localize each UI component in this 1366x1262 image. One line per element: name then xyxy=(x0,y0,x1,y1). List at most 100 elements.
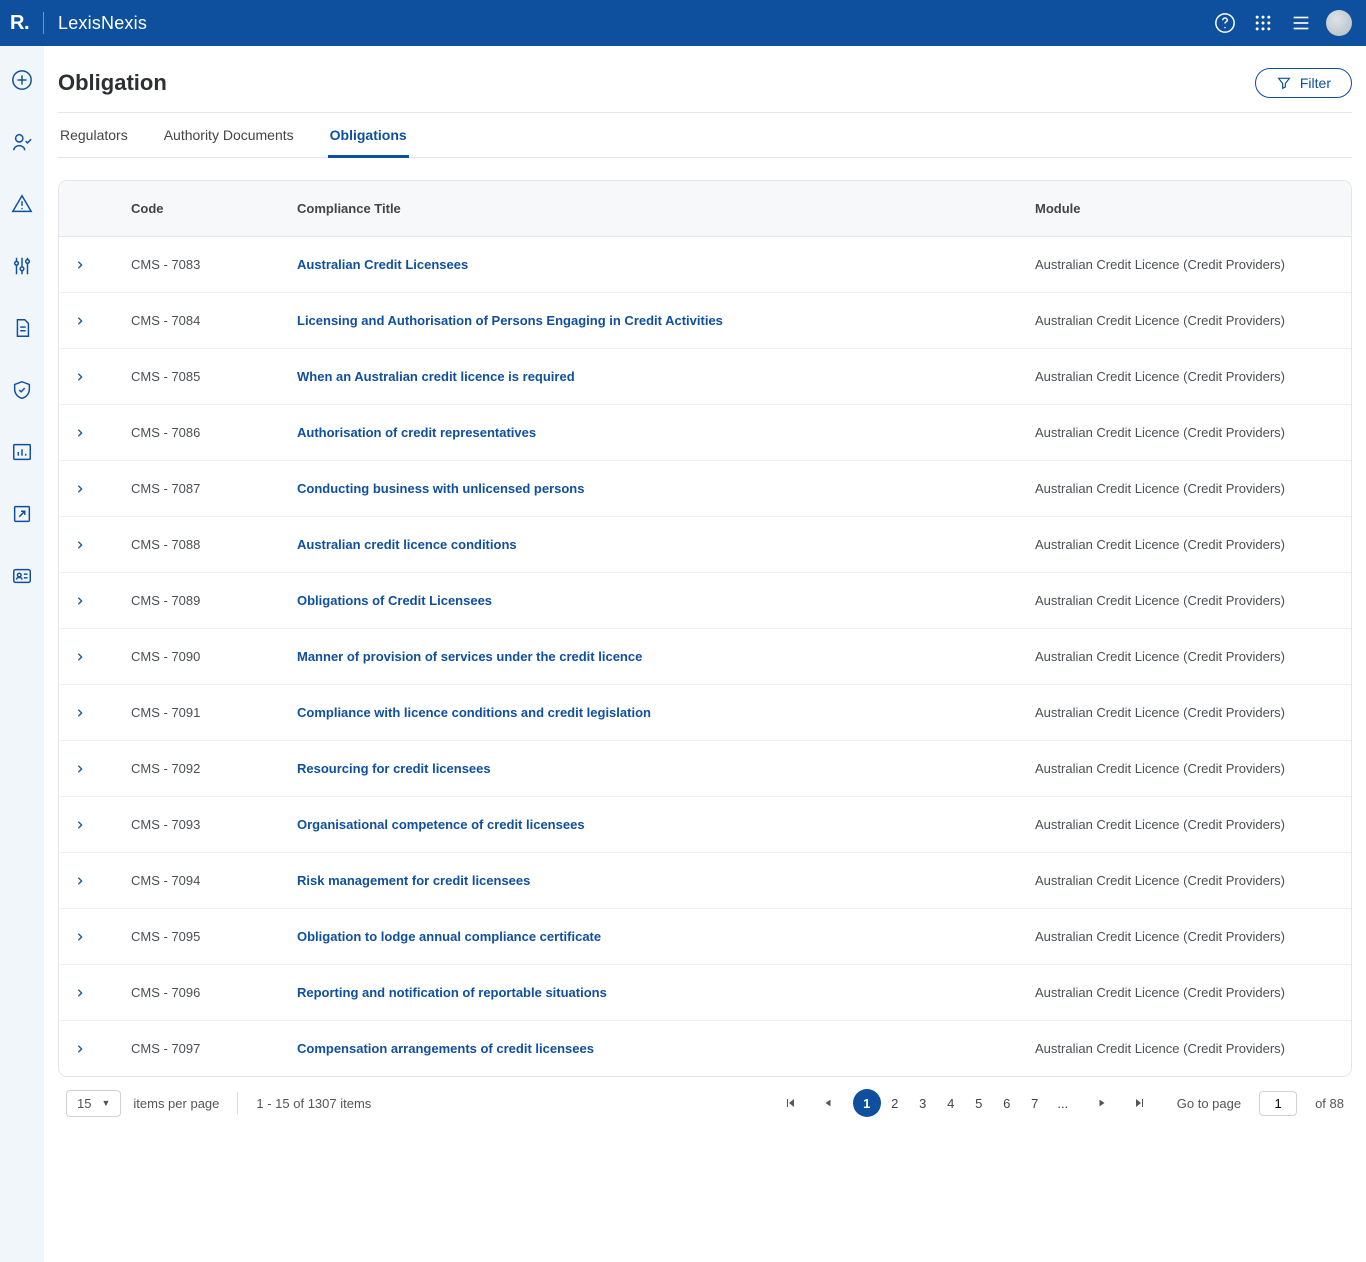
avatar[interactable] xyxy=(1326,10,1352,36)
cell-module: Australian Credit Licence (Credit Provid… xyxy=(1035,369,1335,384)
expand-row-icon[interactable] xyxy=(75,876,127,886)
expand-row-icon[interactable] xyxy=(75,596,127,606)
bar-chart-icon[interactable] xyxy=(10,440,34,464)
cell-code: CMS - 7097 xyxy=(127,1041,297,1056)
expand-row-icon[interactable] xyxy=(75,708,127,718)
col-header-code[interactable]: Code xyxy=(127,201,297,216)
expand-row-icon[interactable] xyxy=(75,484,127,494)
table-row: CMS - 7088Australian credit licence cond… xyxy=(59,517,1351,573)
cell-code: CMS - 7085 xyxy=(127,369,297,384)
document-icon[interactable] xyxy=(10,316,34,340)
compliance-title-link[interactable]: Resourcing for credit licensees xyxy=(297,761,491,776)
expand-row-icon[interactable] xyxy=(75,428,127,438)
filter-button[interactable]: Filter xyxy=(1255,68,1352,98)
id-card-icon[interactable] xyxy=(10,564,34,588)
cell-module: Australian Credit Licence (Credit Provid… xyxy=(1035,873,1335,888)
expand-row-icon[interactable] xyxy=(75,820,127,830)
external-link-icon[interactable] xyxy=(10,502,34,526)
compliance-title-link[interactable]: When an Australian credit licence is req… xyxy=(297,369,575,384)
goto-page-input[interactable] xyxy=(1259,1091,1297,1116)
table-row: CMS - 7095Obligation to lodge annual com… xyxy=(59,909,1351,965)
compliance-title-link[interactable]: Australian Credit Licensees xyxy=(297,257,468,272)
filter-icon xyxy=(1276,75,1292,91)
tab-regulators[interactable]: Regulators xyxy=(58,113,130,158)
expand-row-icon[interactable] xyxy=(75,260,127,270)
cell-code: CMS - 7091 xyxy=(127,705,297,720)
goto-label: Go to page xyxy=(1177,1096,1241,1111)
add-icon[interactable] xyxy=(10,68,34,92)
cell-code: CMS - 7093 xyxy=(127,817,297,832)
cell-module: Australian Credit Licence (Credit Provid… xyxy=(1035,1041,1335,1056)
table-row: CMS - 7085When an Australian credit lice… xyxy=(59,349,1351,405)
cell-module: Australian Credit Licence (Credit Provid… xyxy=(1035,985,1335,1000)
tab-authority-documents[interactable]: Authority Documents xyxy=(162,113,296,158)
cell-code: CMS - 7092 xyxy=(127,761,297,776)
first-page-button[interactable] xyxy=(777,1090,803,1116)
compliance-title-link[interactable]: Compliance with licence conditions and c… xyxy=(297,705,651,720)
expand-row-icon[interactable] xyxy=(75,540,127,550)
total-pages-text: of 88 xyxy=(1315,1096,1344,1111)
cell-code: CMS - 7096 xyxy=(127,985,297,1000)
alert-triangle-icon[interactable] xyxy=(10,192,34,216)
page-number-5[interactable]: 5 xyxy=(965,1089,993,1117)
tab-obligations[interactable]: Obligations xyxy=(328,113,409,158)
menu-icon[interactable] xyxy=(1286,8,1316,38)
cell-code: CMS - 7095 xyxy=(127,929,297,944)
shield-icon[interactable] xyxy=(10,378,34,402)
compliance-title-link[interactable]: Licensing and Authorisation of Persons E… xyxy=(297,313,723,328)
cell-module: Australian Credit Licence (Credit Provid… xyxy=(1035,649,1335,664)
cell-module: Australian Credit Licence (Credit Provid… xyxy=(1035,425,1335,440)
page-number-3[interactable]: 3 xyxy=(909,1089,937,1117)
expand-row-icon[interactable] xyxy=(75,652,127,662)
compliance-title-link[interactable]: Reporting and notification of reportable… xyxy=(297,985,607,1000)
expand-row-icon[interactable] xyxy=(75,1044,127,1054)
col-header-title[interactable]: Compliance Title xyxy=(297,201,1035,216)
page-number-1[interactable]: 1 xyxy=(853,1089,881,1117)
compliance-title-link[interactable]: Obligation to lodge annual compliance ce… xyxy=(297,929,601,944)
cell-code: CMS - 7083 xyxy=(127,257,297,272)
last-page-button[interactable] xyxy=(1127,1090,1153,1116)
table-row: CMS - 7091Compliance with licence condit… xyxy=(59,685,1351,741)
cell-code: CMS - 7088 xyxy=(127,537,297,552)
page-number-2[interactable]: 2 xyxy=(881,1089,909,1117)
compliance-title-link[interactable]: Manner of provision of services under th… xyxy=(297,649,642,664)
expand-row-icon[interactable] xyxy=(75,988,127,998)
page-size-select[interactable]: 15 ▼ xyxy=(66,1090,121,1117)
compliance-title-link[interactable]: Organisational competence of credit lice… xyxy=(297,817,585,832)
col-header-module[interactable]: Module xyxy=(1035,201,1335,216)
sliders-icon[interactable] xyxy=(10,254,34,278)
compliance-title-link[interactable]: Australian credit licence conditions xyxy=(297,537,517,552)
expand-row-icon[interactable] xyxy=(75,932,127,942)
app-logo: R. xyxy=(10,12,29,35)
caret-down-icon: ▼ xyxy=(101,1098,110,1108)
compliance-title-link[interactable]: Risk management for credit licensees xyxy=(297,873,530,888)
prev-page-button[interactable] xyxy=(815,1090,841,1116)
expand-row-icon[interactable] xyxy=(75,764,127,774)
page-number-4[interactable]: 4 xyxy=(937,1089,965,1117)
page-number-7[interactable]: 7 xyxy=(1021,1089,1049,1117)
cell-module: Australian Credit Licence (Credit Provid… xyxy=(1035,761,1335,776)
help-icon[interactable] xyxy=(1210,8,1240,38)
next-page-button[interactable] xyxy=(1089,1090,1115,1116)
cell-module: Australian Credit Licence (Credit Provid… xyxy=(1035,537,1335,552)
page-title: Obligation xyxy=(58,70,167,96)
compliance-title-link[interactable]: Conducting business with unlicensed pers… xyxy=(297,481,584,496)
expand-row-icon[interactable] xyxy=(75,372,127,382)
compliance-title-link[interactable]: Compensation arrangements of credit lice… xyxy=(297,1041,594,1056)
pagination: 15 ▼ items per page 1 - 15 of 1307 items… xyxy=(58,1077,1352,1117)
filter-label: Filter xyxy=(1300,75,1331,91)
items-per-page-label: items per page xyxy=(133,1096,219,1111)
cell-code: CMS - 7084 xyxy=(127,313,297,328)
cell-code: CMS - 7087 xyxy=(127,481,297,496)
table-header: Code Compliance Title Module xyxy=(59,181,1351,237)
compliance-title-link[interactable]: Obligations of Credit Licensees xyxy=(297,593,492,608)
page-ellipsis: ... xyxy=(1049,1089,1077,1117)
apps-grid-icon[interactable] xyxy=(1248,8,1278,38)
cell-code: CMS - 7094 xyxy=(127,873,297,888)
user-check-icon[interactable] xyxy=(10,130,34,154)
cell-module: Australian Credit Licence (Credit Provid… xyxy=(1035,257,1335,272)
expand-row-icon[interactable] xyxy=(75,316,127,326)
page-number-6[interactable]: 6 xyxy=(993,1089,1021,1117)
compliance-title-link[interactable]: Authorisation of credit representatives xyxy=(297,425,536,440)
obligations-table: Code Compliance Title Module CMS - 7083A… xyxy=(58,180,1352,1077)
